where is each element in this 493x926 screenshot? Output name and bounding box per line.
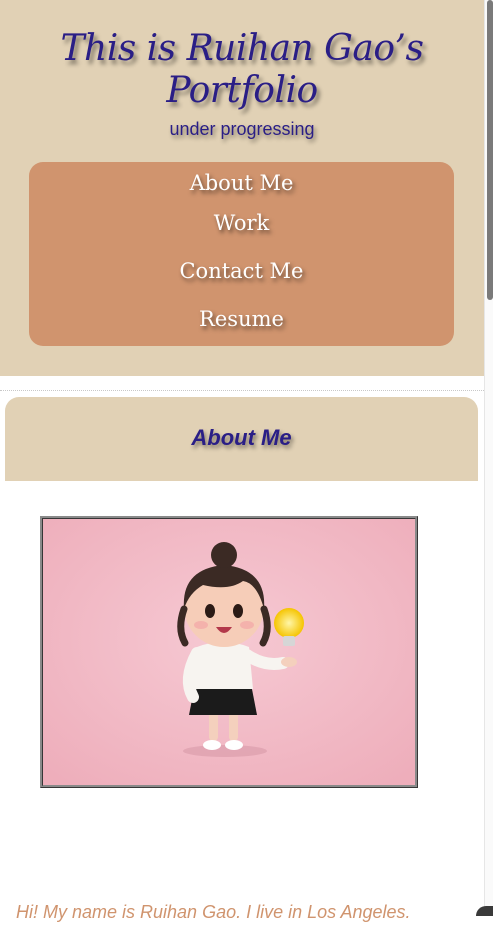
- about-heading: About Me: [191, 425, 292, 450]
- nav-item-contact-me[interactable]: Contact Me: [29, 259, 454, 283]
- main-nav: About Me Work Contact Me Resume: [29, 162, 454, 346]
- section-divider: [0, 390, 484, 391]
- page-title: This is Ruihan Gao’s Portfolio: [0, 28, 484, 112]
- scrollbar-thumb[interactable]: [487, 0, 493, 300]
- nav-item-work[interactable]: Work: [29, 211, 454, 235]
- page-title-line-1: This is Ruihan Gao’s: [60, 28, 424, 69]
- about-section-header: About Me: [5, 397, 478, 481]
- intro-paragraph: Hi! My name is Ruihan Gao. I live in Los…: [16, 902, 411, 922]
- nav-item-about-me[interactable]: About Me: [29, 171, 454, 195]
- page-subtitle: under progressing: [169, 119, 315, 139]
- profile-image: [40, 516, 418, 788]
- cartoon-girl-illustration: [43, 519, 415, 785]
- nav-item-resume[interactable]: Resume: [29, 307, 454, 331]
- page-title-line-2: Portfolio: [166, 70, 318, 111]
- window-corner-grip: [476, 906, 493, 916]
- site-header: This is Ruihan Gao’s Portfolio under pro…: [0, 0, 484, 376]
